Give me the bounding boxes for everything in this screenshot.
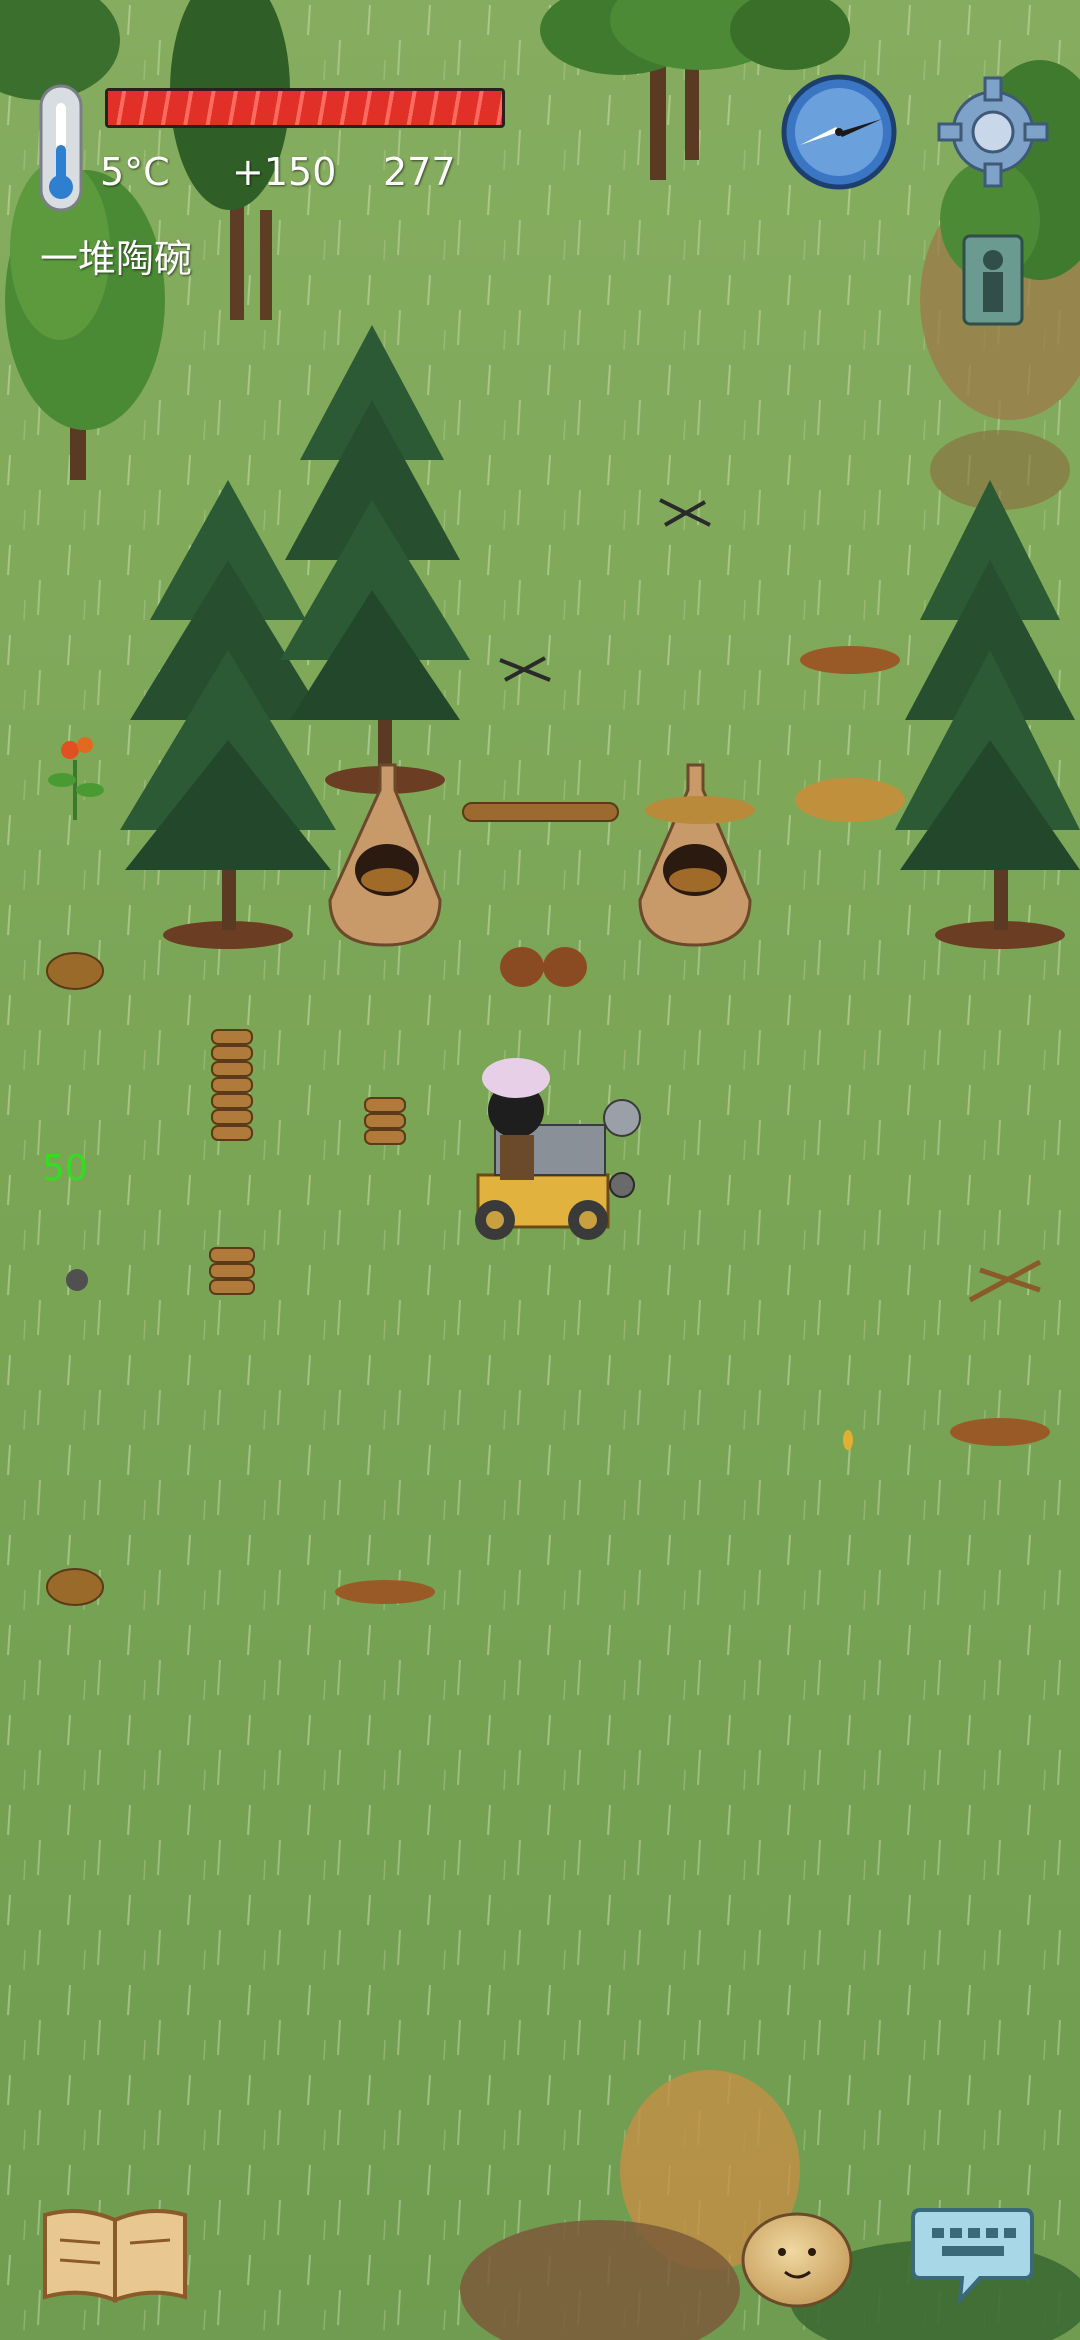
- clay-bowl-stack-low[interactable]: [209, 1247, 255, 1295]
- floating-number: 50: [42, 1148, 88, 1189]
- dirt-mound[interactable]: [335, 1580, 435, 1604]
- thermometer-icon: [38, 83, 84, 213]
- dirt-mound[interactable]: [950, 1418, 1050, 1446]
- family-icon[interactable]: [958, 230, 1028, 330]
- game-viewport[interactable]: 5°C +150 277 一堆陶碗 50: [0, 0, 1080, 2340]
- held-item-label: 一堆陶碗: [40, 237, 193, 281]
- hunger-bar: [105, 88, 505, 128]
- round-stone[interactable]: [66, 1269, 88, 1291]
- basket[interactable]: [46, 1568, 104, 1606]
- keyboard-chat-icon[interactable]: [910, 2200, 1035, 2310]
- seed[interactable]: [843, 1430, 853, 1450]
- clay-bowl-stack-small[interactable]: [364, 1097, 406, 1145]
- log[interactable]: [462, 802, 619, 822]
- emote-face-icon[interactable]: [740, 2210, 855, 2310]
- compass-icon[interactable]: [780, 73, 898, 191]
- gear-icon[interactable]: [933, 72, 1053, 192]
- dirt-mound[interactable]: [800, 646, 900, 674]
- hunger-bar-fill: [108, 91, 502, 125]
- book-icon[interactable]: [40, 2205, 190, 2305]
- temperature-readout: 5°C: [100, 150, 170, 194]
- clay-bowl-stack-tall[interactable]: [211, 1029, 253, 1141]
- bonus-counter: +150: [232, 150, 337, 194]
- game-world[interactable]: [0, 0, 1080, 2340]
- basket[interactable]: [46, 952, 104, 990]
- age-counter: 277: [383, 150, 456, 194]
